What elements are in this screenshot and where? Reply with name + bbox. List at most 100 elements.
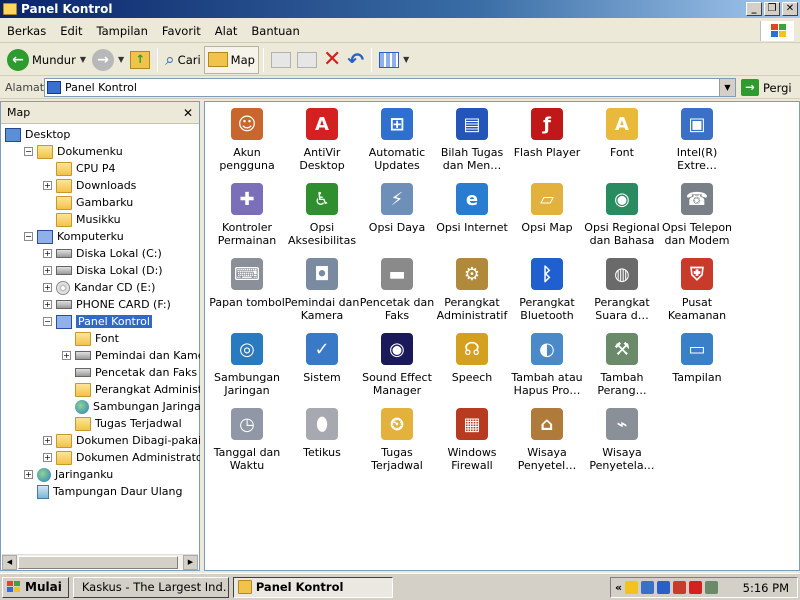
chevron-down-icon[interactable]: ▼ — [719, 79, 735, 96]
control-panel-item[interactable]: ⌨ Papan tombol — [209, 258, 285, 309]
tree-item[interactable]: + Diska Lokal (C:) — [43, 245, 162, 262]
usb-tray-icon[interactable] — [705, 581, 719, 594]
control-panel-item[interactable]: ◍ Perangkat Suara d… — [584, 258, 660, 322]
control-panel-item[interactable]: ◎ Sambungan Jaringan — [209, 333, 285, 397]
chevron-down-icon[interactable]: ▼ — [118, 55, 124, 64]
chevron-down-icon[interactable]: ▼ — [80, 55, 86, 64]
control-panel-item[interactable]: ◐ Tambah atau Hapus Pro… — [509, 333, 585, 397]
collapse-icon[interactable]: − — [43, 317, 52, 326]
expand-icon[interactable]: + — [24, 470, 33, 479]
bluetooth-tray-icon[interactable] — [657, 581, 671, 594]
expand-icon[interactable]: + — [43, 249, 52, 258]
taskbar-button-firefox[interactable]: Kaskus - The Largest Ind… — [72, 576, 229, 598]
control-panel-item[interactable]: ⛨ Pusat Keamanan — [659, 258, 735, 322]
scroll-left-icon[interactable]: ◀ — [2, 555, 17, 570]
control-panel-item[interactable]: ◷ Tanggal dan Waktu — [209, 408, 285, 472]
menu-bantuan[interactable]: Bantuan — [244, 24, 306, 38]
tree-item[interactable]: + Kandar CD (E:) — [43, 279, 155, 296]
control-panel-item[interactable]: ⏲ Tugas Terjadwal — [359, 408, 435, 472]
shield-tray-icon[interactable] — [673, 581, 687, 594]
expand-icon[interactable]: + — [43, 436, 52, 445]
address-input[interactable]: Panel Kontrol ▼ — [44, 78, 736, 97]
tree-item[interactable]: Sambungan Jaringan — [62, 398, 208, 415]
scrollbar-thumb[interactable] — [18, 556, 178, 569]
expand-icon[interactable]: + — [43, 283, 52, 292]
tree-item[interactable]: + Diska Lokal (D:) — [43, 262, 163, 279]
tree-item[interactable]: Tampungan Daur Ulang — [24, 483, 182, 500]
tree-item[interactable]: Tugas Terjadwal — [62, 415, 182, 432]
control-panel-item[interactable]: ☊ Speech — [434, 333, 510, 384]
tree-item[interactable]: − Komputerku — [24, 228, 124, 245]
start-button[interactable]: Mulai — [2, 576, 69, 598]
control-panel-item[interactable]: ⌁ Wisaya Penyetela… — [584, 408, 660, 472]
tree-item[interactable]: Musikku — [43, 211, 121, 228]
control-panel-item[interactable]: ☎ Opsi Telepon dan Modem — [659, 183, 735, 247]
tree-item[interactable]: + Pemindai dan Kamera — [62, 347, 216, 364]
control-panel-item[interactable]: ▦ Windows Firewall — [434, 408, 510, 472]
control-panel-item[interactable]: ⚙ Perangkat Administratif — [434, 258, 510, 322]
menu-tampilan[interactable]: Tampilan — [89, 24, 154, 38]
horizontal-scrollbar[interactable]: ◀ ▶ — [2, 554, 198, 570]
control-panel-item[interactable]: ⊞ Automatic Updates — [359, 108, 435, 172]
close-button[interactable]: ✕ — [782, 2, 798, 16]
taskbar-button-control-panel[interactable]: Panel Kontrol — [232, 576, 393, 598]
control-panel-item[interactable]: ▬ Pencetak dan Faks — [359, 258, 435, 322]
control-panel-item[interactable]: ƒ Flash Player — [509, 108, 585, 159]
control-panel-item[interactable]: ◘ Pemindai dan Kamera — [284, 258, 360, 322]
expand-icon[interactable]: + — [43, 181, 52, 190]
control-panel-item[interactable]: ✚ Kontroler Permainan — [209, 183, 285, 247]
views-button[interactable]: ▼ — [376, 46, 412, 74]
control-panel-item[interactable]: ⚒ Tambah Perang… — [584, 333, 660, 397]
control-panel-item[interactable]: ☺ Akun pengguna — [209, 108, 285, 172]
chevron-down-icon[interactable]: ▼ — [403, 55, 409, 64]
tree-item[interactable]: − Dokumenku — [24, 143, 123, 160]
control-panel-item[interactable]: A AntiVir Desktop — [284, 108, 360, 172]
copy-to-button[interactable] — [294, 46, 320, 74]
collapse-icon[interactable]: − — [24, 147, 33, 156]
control-panel-item[interactable]: A Font — [584, 108, 660, 159]
control-panel-item[interactable]: ⬮ Tetikus — [284, 408, 360, 459]
tree-item[interactable]: + Dokumen Administrator — [43, 449, 207, 466]
control-panel-item[interactable]: ⚡ Opsi Daya — [359, 183, 435, 234]
show-hidden-icons-button[interactable]: « — [615, 581, 622, 594]
tree-item[interactable]: − Panel Kontrol — [43, 313, 152, 330]
collapse-icon[interactable]: − — [24, 232, 33, 241]
undo-button[interactable]: ↶ — [344, 46, 367, 74]
control-panel-item[interactable]: ▱ Opsi Map — [509, 183, 585, 234]
tree-item[interactable]: CPU P4 — [43, 160, 116, 177]
antivir-tray-icon[interactable] — [689, 581, 703, 594]
tree-item[interactable]: + Downloads — [43, 177, 136, 194]
tree-item[interactable]: Gambarku — [43, 194, 133, 211]
close-icon[interactable]: ✕ — [183, 106, 193, 120]
tree-item[interactable]: + Dokumen Dibagi-pakai — [43, 432, 201, 449]
network-tray-icon[interactable] — [641, 581, 655, 594]
title-bar[interactable]: Panel Kontrol _ ❐ ✕ — [0, 0, 800, 18]
menu-favorit[interactable]: Favorit — [155, 24, 208, 38]
control-panel-item[interactable]: ✓ Sistem — [284, 333, 360, 384]
tree-item[interactable]: Pencetak dan Faks — [62, 364, 197, 381]
folders-button[interactable]: Map — [203, 45, 259, 74]
delete-button[interactable]: ✕ — [320, 46, 344, 74]
control-panel-item[interactable]: ᛒ Perangkat Bluetooth — [509, 258, 585, 322]
tree-item[interactable]: Font — [62, 330, 119, 347]
go-button[interactable]: → Pergi — [741, 79, 792, 96]
control-panel-item[interactable]: e Opsi Internet — [434, 183, 510, 234]
menu-edit[interactable]: Edit — [53, 24, 89, 38]
control-panel-item[interactable]: ⌂ Wisaya Penyetel… — [509, 408, 585, 472]
expand-icon[interactable]: + — [43, 300, 52, 309]
tree-item[interactable]: Desktop — [5, 126, 70, 143]
tree-item[interactable]: + PHONE CARD (F:) — [43, 296, 171, 313]
back-button[interactable]: ← Mundur ▼ — [4, 46, 89, 74]
minimize-button[interactable]: _ — [746, 2, 762, 16]
move-to-button[interactable] — [268, 46, 294, 74]
control-panel-item[interactable]: ▣ Intel(R) Extre… — [659, 108, 735, 172]
maximize-button[interactable]: ❐ — [764, 2, 780, 16]
control-panel-item[interactable]: ◉ Sound Effect Manager — [359, 333, 435, 397]
tree-item[interactable]: + Jaringanku — [24, 466, 113, 483]
expand-icon[interactable]: + — [43, 266, 52, 275]
forward-button[interactable]: → ▼ — [89, 46, 127, 74]
control-panel-item[interactable]: ◉ Opsi Regional dan Bahasa — [584, 183, 660, 247]
up-folder-button[interactable]: ↑ — [127, 46, 153, 74]
expand-icon[interactable]: + — [43, 453, 52, 462]
expand-icon[interactable]: + — [62, 351, 71, 360]
